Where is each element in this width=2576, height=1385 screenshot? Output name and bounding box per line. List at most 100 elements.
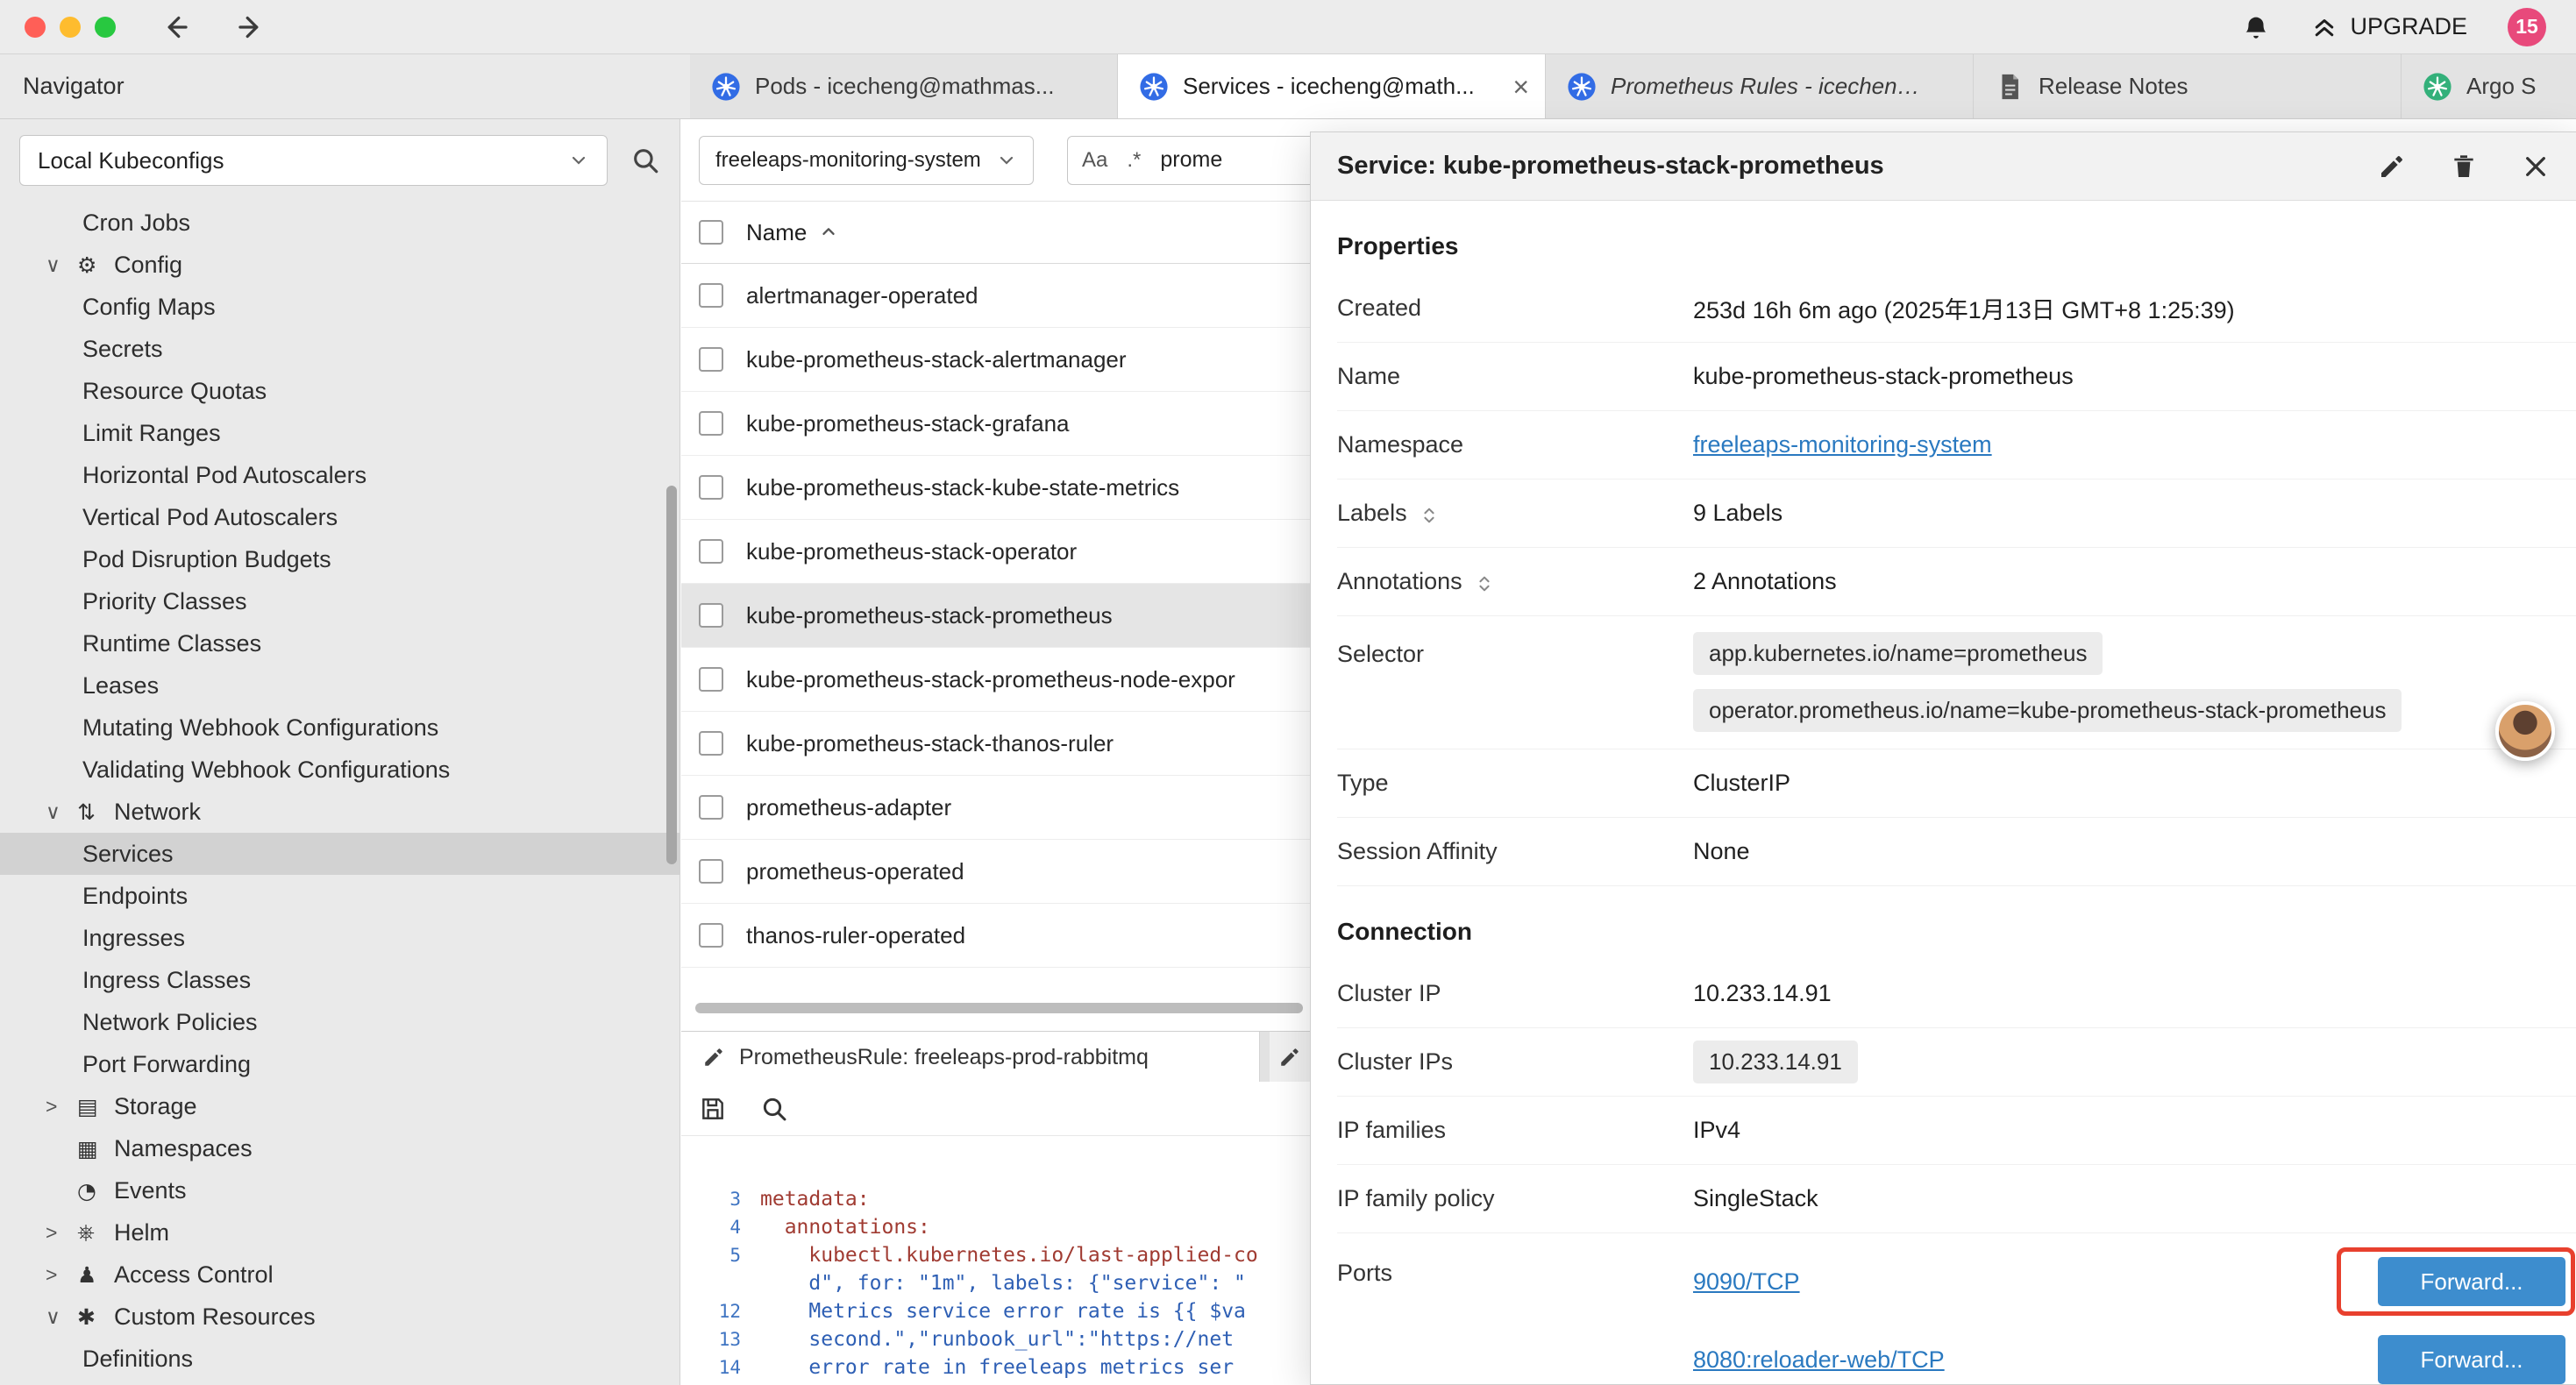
close-window-button[interactable]: [25, 17, 46, 38]
editor-tab[interactable]: Release Notes ×: [1974, 54, 2402, 118]
editor-tab[interactable]: Pods - icecheng@mathmas... ×: [690, 54, 1118, 118]
editor-tab[interactable]: Prometheus Rules - icecheng... ×: [1546, 54, 1974, 118]
sidebar-tree-item[interactable]: Limit Ranges: [0, 412, 680, 454]
sidebar-tree-item[interactable]: Ingresses: [0, 917, 680, 959]
scrollbar-thumb[interactable]: [695, 1003, 1303, 1013]
editor-toolbar: [681, 1082, 1310, 1136]
sidebar-search-icon[interactable]: [630, 146, 660, 175]
assistant-avatar[interactable]: [2495, 701, 2555, 761]
tab-close-icon[interactable]: ×: [1512, 73, 1529, 101]
table-row[interactable]: kube-prometheus-stack-prometheus-node-ex…: [681, 648, 1310, 712]
save-icon[interactable]: [699, 1095, 727, 1123]
namespace-link[interactable]: freeleaps-monitoring-system: [1693, 431, 1992, 458]
table-row[interactable]: kube-prometheus-stack-operator: [681, 520, 1310, 584]
row-checkbox[interactable]: [699, 731, 723, 756]
port-link[interactable]: 9090/TCP: [1693, 1268, 1800, 1296]
sidebar-tree-item[interactable]: ✱ Custom Resources: [0, 1296, 680, 1338]
sidebar-tree-item[interactable]: Runtime Classes: [0, 622, 680, 664]
sidebar-tree-item[interactable]: Secrets: [0, 328, 680, 370]
sidebar-tree-item[interactable]: ♟ Access Control: [0, 1254, 680, 1296]
sidebar-tree-item[interactable]: Network Policies: [0, 1001, 680, 1043]
yaml-editor[interactable]: 3 metadata: 4 annotations: 5 kubectl.kub…: [681, 1136, 1310, 1385]
forward-button[interactable]: [235, 11, 267, 43]
table-row[interactable]: kube-prometheus-stack-prometheus: [681, 584, 1310, 648]
select-all-checkbox[interactable]: [699, 220, 723, 245]
sidebar-tree-item[interactable]: ▤ Storage: [0, 1085, 680, 1127]
tree-item-label: Pod Disruption Budgets: [82, 546, 331, 573]
editor-tab[interactable]: Argo S ×: [2402, 54, 2576, 118]
close-icon[interactable]: [2522, 153, 2550, 181]
sidebar-tree-item[interactable]: ⚙ Config: [0, 244, 680, 286]
sidebar-tree-item[interactable]: ◔ Events: [0, 1169, 680, 1211]
sidebar-tree-item[interactable]: Pod Disruption Budgets: [0, 538, 680, 580]
table-row[interactable]: kube-prometheus-stack-kube-state-metrics: [681, 456, 1310, 520]
regex-toggle[interactable]: .*: [1127, 148, 1141, 173]
horizontal-scrollbar[interactable]: [695, 1003, 1303, 1013]
sidebar-tree-item[interactable]: Config Maps: [0, 286, 680, 328]
name-column-header[interactable]: Name: [746, 219, 807, 246]
navigator-panel-tab[interactable]: Navigator: [0, 54, 151, 118]
forward-button[interactable]: Forward...: [2378, 1257, 2565, 1306]
sidebar-tree-item[interactable]: Vertical Pod Autoscalers: [0, 496, 680, 538]
row-checkbox[interactable]: [699, 475, 723, 500]
sidebar-tree-item[interactable]: Priority Classes: [0, 580, 680, 622]
dock-tab-partial[interactable]: [1270, 1032, 1310, 1083]
row-checkbox[interactable]: [699, 923, 723, 948]
navigator-sidebar: Local Kubeconfigs Cron Jobs ⚙ Config Con…: [0, 119, 680, 1385]
edit-icon[interactable]: [2378, 153, 2406, 181]
table-row[interactable]: kube-prometheus-stack-grafana: [681, 392, 1310, 456]
row-checkbox[interactable]: [699, 539, 723, 564]
row-checkbox[interactable]: [699, 667, 723, 692]
maximize-window-button[interactable]: [95, 17, 116, 38]
back-button[interactable]: [160, 11, 191, 43]
row-checkbox[interactable]: [699, 347, 723, 372]
minimize-window-button[interactable]: [60, 17, 81, 38]
dock-tab-prometheusrule[interactable]: PrometheusRule: freeleaps-prod-rabbitmq: [681, 1032, 1260, 1083]
sidebar-tree-item[interactable]: Port Forwarding: [0, 1043, 680, 1085]
upgrade-button[interactable]: UPGRADE: [2311, 13, 2467, 40]
service-detail-drawer: Service: kube-prometheus-stack-prometheu…: [1310, 131, 2576, 1385]
row-checkbox[interactable]: [699, 411, 723, 436]
editor-search-icon[interactable]: [760, 1095, 788, 1123]
annotations-value[interactable]: 2 Annotations: [1693, 568, 1837, 595]
table-row[interactable]: kube-prometheus-stack-alertmanager: [681, 328, 1310, 392]
table-search-input[interactable]: Aa .* prome: [1067, 136, 1310, 185]
kubeconfig-selector[interactable]: Local Kubeconfigs: [19, 135, 608, 186]
table-row[interactable]: thanos-ruler-operated: [681, 904, 1310, 968]
row-checkbox[interactable]: [699, 795, 723, 820]
sidebar-tree-item[interactable]: ▦ Namespaces: [0, 1127, 680, 1169]
sidebar-tree-item[interactable]: Resource Quotas: [0, 370, 680, 412]
forward-button[interactable]: Forward...: [2378, 1335, 2565, 1384]
sidebar-tree-item[interactable]: Cron Jobs: [0, 202, 680, 244]
match-case-toggle[interactable]: Aa: [1082, 148, 1107, 173]
delete-icon[interactable]: [2450, 153, 2478, 181]
sidebar-tree-item[interactable]: Validating Webhook Configurations: [0, 749, 680, 791]
editor-tab[interactable]: Services - icecheng@math... ×: [1118, 54, 1546, 118]
sidebar-tree-item[interactable]: Endpoints: [0, 875, 680, 917]
table-row[interactable]: prometheus-adapter: [681, 776, 1310, 840]
row-checkbox[interactable]: [699, 603, 723, 628]
table-row[interactable]: kube-prometheus-stack-thanos-ruler: [681, 712, 1310, 776]
sidebar-tree-item[interactable]: ⇅ Network: [0, 791, 680, 833]
sidebar-scrollbar[interactable]: [666, 486, 677, 864]
row-checkbox[interactable]: [699, 283, 723, 308]
sidebar-tree-item[interactable]: Services: [0, 833, 680, 875]
sidebar-tree-item[interactable]: Mutating Webhook Configurations: [0, 707, 680, 749]
sidebar-tree-item[interactable]: Ingress Classes: [0, 959, 680, 1001]
labels-value[interactable]: 9 Labels: [1693, 500, 1783, 527]
notification-count-badge[interactable]: 15: [2508, 8, 2546, 46]
sidebar-tree-item[interactable]: Leases: [0, 664, 680, 707]
table-row[interactable]: prometheus-operated: [681, 840, 1310, 904]
sort-ascending-icon[interactable]: [819, 223, 838, 242]
sidebar-tree-item[interactable]: Horizontal Pod Autoscalers: [0, 454, 680, 496]
sidebar-tree-item[interactable]: Definitions: [0, 1338, 680, 1380]
expand-collapse-icon[interactable]: [1475, 572, 1494, 592]
namespace-filter-select[interactable]: freeleaps-monitoring-system: [699, 136, 1034, 185]
port-link[interactable]: 8080:reloader-web/TCP: [1693, 1346, 1945, 1374]
service-name: kube-prometheus-stack-prometheus-node-ex…: [746, 666, 1235, 693]
notifications-bell-icon[interactable]: [2241, 12, 2271, 42]
expand-collapse-icon[interactable]: [1420, 504, 1439, 523]
table-row[interactable]: alertmanager-operated: [681, 264, 1310, 328]
row-checkbox[interactable]: [699, 859, 723, 884]
sidebar-tree-item[interactable]: ⎈ Helm: [0, 1211, 680, 1254]
